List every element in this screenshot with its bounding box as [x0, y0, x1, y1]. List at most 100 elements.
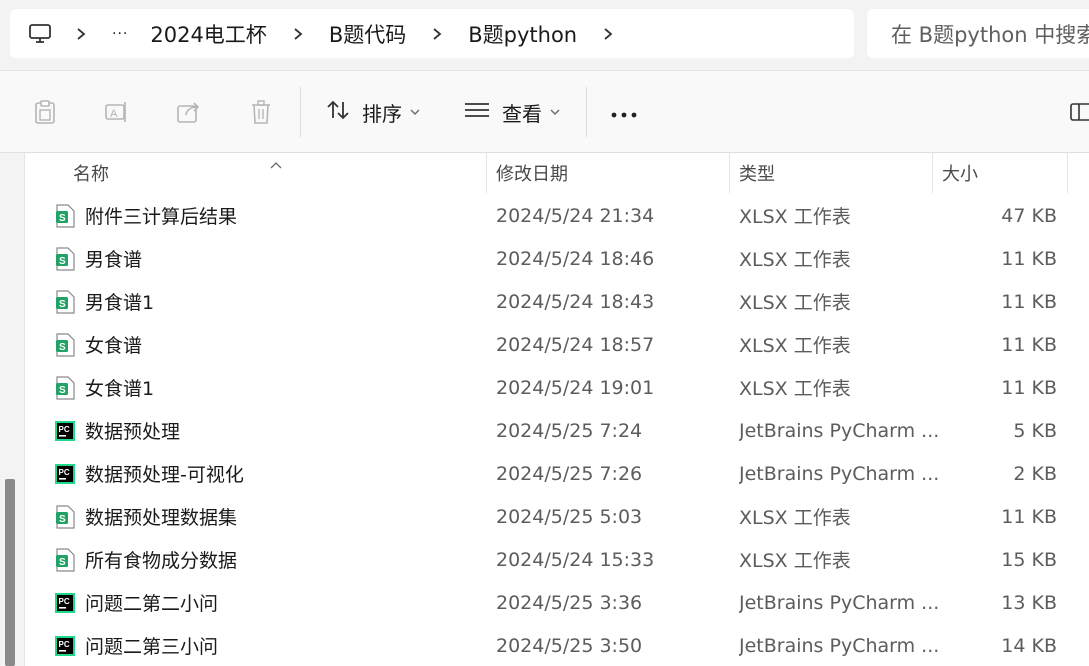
file-name: 数据预处理: [85, 421, 181, 443]
sort-label: 排序: [362, 101, 402, 126]
paste-icon[interactable]: [30, 97, 60, 127]
chevron-right-icon: [76, 27, 86, 41]
command-bar: A 排序 查看: [0, 71, 1089, 153]
toolbar-divider: [300, 87, 301, 137]
breadcrumb-item-b-python[interactable]: B题python: [468, 19, 577, 49]
xlsx-icon: S: [53, 194, 77, 237]
file-name: 问题二第三小问: [85, 636, 219, 658]
address-bar: ··· 2024电工杯 B题代码 B题python 在 B题python 中搜索: [0, 0, 1089, 71]
file-row[interactable]: S 附件三计算后结果 2024/5/24 21:34 XLSX 工作表 47 KB: [25, 194, 1089, 237]
file-date: 2024/5/24 15:33: [496, 548, 655, 571]
file-date: 2024/5/24 18:57: [496, 333, 655, 356]
chevron-down-icon: [550, 106, 560, 119]
file-size: 13 KB: [1001, 591, 1057, 614]
column-header-type[interactable]: 类型: [730, 153, 933, 193]
rename-icon[interactable]: A: [102, 97, 132, 127]
file-name: 男食谱: [85, 249, 143, 271]
file-row[interactable]: PC 问题二第二小问 2024/5/25 3:36 JetBrains PyCharm…: [25, 581, 1089, 624]
file-name: 男食谱1: [85, 292, 155, 314]
file-type: XLSX 工作表: [739, 206, 851, 228]
xlsx-icon: S: [53, 538, 77, 581]
svg-text:S: S: [59, 342, 66, 353]
sort-ascending-icon: [270, 153, 282, 174]
view-button[interactable]: 查看: [464, 95, 560, 129]
file-row[interactable]: S 女食谱1 2024/5/24 19:01 XLSX 工作表 11 KB: [25, 366, 1089, 409]
svg-text:S: S: [59, 299, 66, 310]
file-type: JetBrains PyCharm ...: [739, 419, 939, 442]
breadcrumb-item-2024[interactable]: 2024电工杯: [150, 19, 266, 49]
file-row[interactable]: PC 数据预处理-可视化 2024/5/25 7:26 JetBrains PyCha…: [25, 452, 1089, 495]
file-date: 2024/5/24 18:46: [496, 247, 655, 270]
svg-text:PC: PC: [59, 468, 70, 477]
share-icon[interactable]: [174, 97, 204, 127]
column-header-date[interactable]: 修改日期: [487, 153, 730, 193]
file-date: 2024/5/24 21:34: [496, 204, 655, 227]
svg-text:PC: PC: [59, 640, 70, 649]
delete-icon[interactable]: [246, 97, 276, 127]
file-row[interactable]: S 男食谱 2024/5/24 18:46 XLSX 工作表 11 KB: [25, 237, 1089, 280]
column-header-type-label: 类型: [739, 164, 775, 185]
file-row[interactable]: PC 问题二第三小问 2024/5/25 3:50 JetBrains PyCharm…: [25, 624, 1089, 666]
view-list-icon: [464, 100, 490, 125]
sort-button[interactable]: 排序: [326, 95, 420, 129]
pycharm-icon: PC: [53, 624, 77, 666]
file-name: 女食谱: [85, 335, 143, 357]
toolbar-divider: [586, 87, 587, 137]
pycharm-icon: PC: [53, 409, 77, 452]
xlsx-icon: S: [53, 323, 77, 366]
svg-text:PC: PC: [59, 425, 70, 434]
xlsx-icon: S: [53, 280, 77, 323]
file-name: 所有食物成分数据: [85, 550, 238, 572]
file-type: XLSX 工作表: [739, 249, 851, 271]
pycharm-icon: PC: [53, 452, 77, 495]
file-size: 11 KB: [1001, 290, 1057, 313]
scrollbar-thumb[interactable]: [5, 479, 15, 666]
file-size: 15 KB: [1001, 548, 1057, 571]
computer-icon[interactable]: [28, 23, 52, 45]
column-header-size[interactable]: 大小: [933, 153, 1068, 193]
view-label: 查看: [502, 101, 542, 126]
file-type: XLSX 工作表: [739, 507, 851, 529]
file-size: 5 KB: [1013, 419, 1057, 442]
file-date: 2024/5/25 3:50: [496, 634, 643, 657]
svg-text:PC: PC: [59, 597, 70, 606]
chevron-right-icon: [432, 27, 442, 41]
file-date: 2024/5/24 19:01: [496, 376, 655, 399]
file-size: 2 KB: [1013, 462, 1057, 485]
file-row[interactable]: PC 数据预处理 2024/5/25 7:24 JetBrains PyCharm .…: [25, 409, 1089, 452]
file-type: XLSX 工作表: [739, 378, 851, 400]
file-size: 14 KB: [1001, 634, 1057, 657]
file-name: 问题二第二小问: [85, 593, 219, 615]
column-header-name[interactable]: 名称: [25, 153, 487, 193]
file-row[interactable]: S 女食谱 2024/5/24 18:57 XLSX 工作表 11 KB: [25, 323, 1089, 366]
file-date: 2024/5/24 18:43: [496, 290, 655, 313]
column-header-name-label: 名称: [73, 164, 109, 185]
more-options-button[interactable]: [611, 95, 637, 129]
file-date: 2024/5/25 3:36: [496, 591, 643, 614]
file-type: JetBrains PyCharm ...: [739, 462, 939, 485]
file-type: JetBrains PyCharm ...: [739, 634, 939, 657]
file-size: 11 KB: [1001, 247, 1057, 270]
chevron-right-icon: [293, 27, 303, 41]
svg-text:S: S: [59, 514, 66, 525]
file-name: 数据预处理-可视化: [85, 464, 244, 486]
chevron-down-icon: [410, 106, 420, 119]
file-type: JetBrains PyCharm ...: [739, 591, 939, 614]
file-row[interactable]: S 所有食物成分数据 2024/5/24 15:33 XLSX 工作表 15 KB: [25, 538, 1089, 581]
file-name: 女食谱1: [85, 378, 155, 400]
xlsx-icon: S: [53, 237, 77, 280]
file-row[interactable]: S 男食谱1 2024/5/24 18:43 XLSX 工作表 11 KB: [25, 280, 1089, 323]
chevron-right-icon[interactable]: [603, 27, 613, 41]
search-input[interactable]: 在 B题python 中搜索: [867, 9, 1089, 58]
pycharm-icon: PC: [53, 581, 77, 624]
file-name: 附件三计算后结果: [85, 206, 238, 228]
breadcrumb-item-b-code[interactable]: B题代码: [329, 19, 406, 49]
breadcrumb-overflow[interactable]: ···: [112, 26, 128, 42]
breadcrumb[interactable]: ··· 2024电工杯 B题代码 B题python: [10, 9, 854, 58]
details-pane-icon[interactable]: [1066, 97, 1089, 127]
file-name: 数据预处理数据集: [85, 507, 238, 529]
sort-icon: [326, 99, 350, 126]
file-row[interactable]: S 数据预处理数据集 2024/5/25 5:03 XLSX 工作表 11 KB: [25, 495, 1089, 538]
file-size: 11 KB: [1001, 376, 1057, 399]
file-explorer-window: ··· 2024电工杯 B题代码 B题python 在 B题python 中搜索: [0, 0, 1089, 666]
